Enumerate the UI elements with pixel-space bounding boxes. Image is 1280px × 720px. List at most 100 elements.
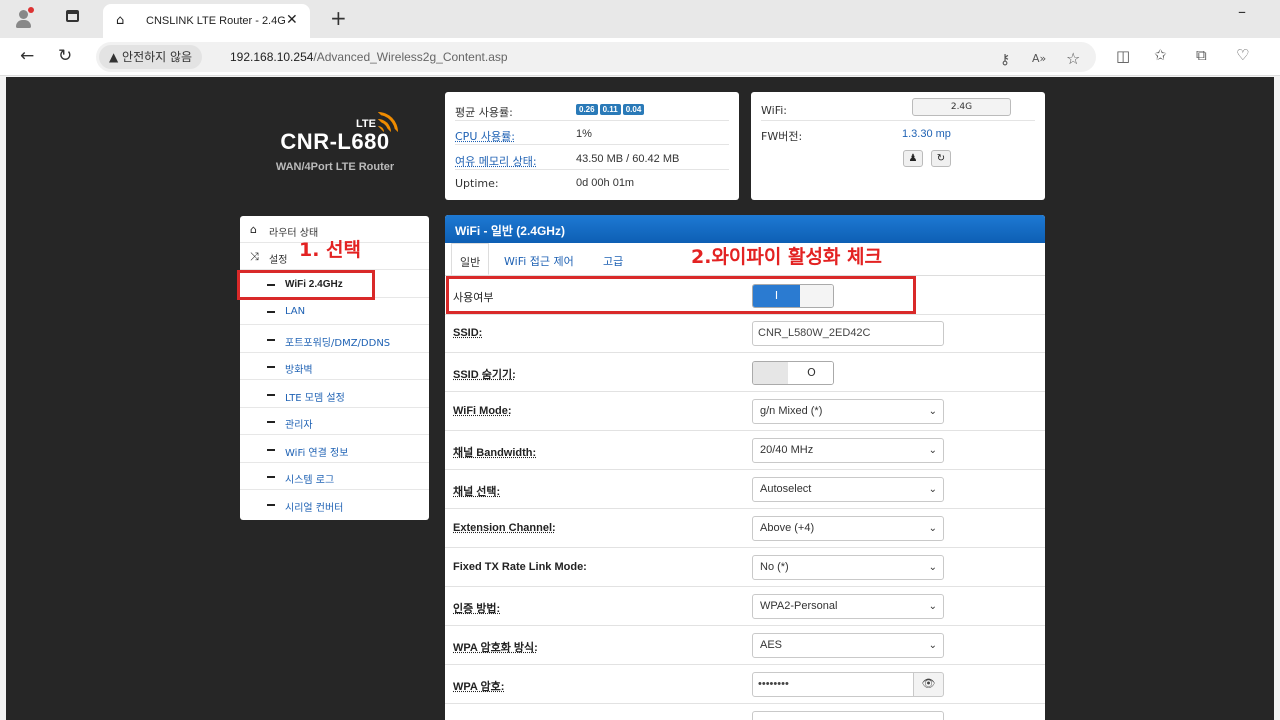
chevron-down-icon: ⌄	[928, 484, 937, 495]
sidebar-item-wifi-clients[interactable]: WiFi 연결 정보	[240, 436, 429, 463]
fixed-tx-select[interactable]: No (*) ⌄	[752, 555, 944, 580]
load-row: 평균 사용률: 0.26 0.11 0.04	[455, 98, 729, 121]
ssid-row: SSID: CNR_L580W_2ED42C	[445, 314, 1045, 353]
wifi-band-button[interactable]: 2.4G	[912, 98, 1011, 116]
browser-essentials-icon[interactable]: ♡	[1236, 46, 1249, 64]
fixed-tx-row: Fixed TX Rate Link Mode: No (*) ⌄	[445, 548, 1045, 587]
hide-ssid-toggle[interactable]: O	[752, 361, 834, 385]
model-name: CNR-L680	[280, 129, 390, 154]
next-field[interactable]	[752, 711, 944, 720]
security-warning-chip[interactable]: ▲ 안전하지 않음	[99, 45, 203, 69]
extension-channel-label: Extension Channel:	[453, 522, 556, 534]
bandwidth-label: 채널 Bandwidth:	[453, 447, 537, 459]
refresh-icon[interactable]: ↻	[58, 46, 72, 66]
tab-actions-icon[interactable]	[66, 10, 79, 22]
sidebar-item-lan[interactable]: LAN	[240, 298, 429, 325]
profile-icon[interactable]	[14, 7, 34, 29]
chevron-down-icon: ⌄	[928, 445, 937, 456]
sidebar-item-serial-converter[interactable]: 시리얼 컨버터	[240, 491, 429, 518]
tab-advanced[interactable]: 고급	[595, 243, 631, 275]
cpu-row: CPU 사용률: 1%	[455, 122, 729, 145]
firmware-label: FW버전:	[761, 130, 803, 143]
annotation-step2: 2.와이파이 활성화 체크	[691, 246, 882, 268]
wpa-key-input[interactable]: ••••••••	[752, 672, 914, 697]
auth-method-row: 인증 방법: WPA2-Personal ⌄	[445, 587, 1045, 626]
sidebar-item-system-log[interactable]: 시스템 로그	[240, 463, 429, 490]
tab-access-control[interactable]: WiFi 접근 제어	[496, 243, 582, 275]
read-aloud-icon[interactable]: A»	[1032, 52, 1046, 65]
chevron-down-icon: ⌄	[928, 523, 937, 534]
annotation-box-wifi-menu	[237, 270, 375, 300]
router-favicon-icon: ⌂	[116, 13, 125, 28]
user-icon[interactable]: ♟	[903, 150, 923, 167]
cpu-label[interactable]: CPU 사용률:	[455, 128, 515, 144]
ssid-label: SSID:	[453, 327, 483, 339]
tab-general[interactable]: 일반	[451, 243, 490, 275]
browser-tab-strip: ⌂ CNSLINK LTE Router - 2.4G ✕ + –	[0, 0, 1280, 38]
chevron-down-icon: ⌄	[928, 601, 937, 612]
wpa-key-label: WPA 암호:	[453, 681, 505, 693]
sidebar-item-label: 설정	[269, 255, 288, 266]
sidebar-item-firewall[interactable]: 방화벽	[240, 353, 429, 380]
panel-title: WiFi - 일반 (2.4GHz)	[445, 215, 1045, 243]
home-icon: ⌂	[250, 223, 257, 236]
extension-channel-select[interactable]: Above (+4) ⌄	[752, 516, 944, 541]
auth-method-select[interactable]: WPA2-Personal ⌄	[752, 594, 944, 619]
bandwidth-row: 채널 Bandwidth: 20/40 MHz ⌄	[445, 431, 1045, 470]
favorite-star-icon[interactable]: ☆	[1066, 49, 1080, 68]
hide-ssid-label: SSID 숨기기:	[453, 369, 516, 381]
load-values: 0.26 0.11 0.04	[576, 103, 646, 115]
encryption-select[interactable]: AES ⌄	[752, 633, 944, 658]
address-bar: ← ↻ ▲ 안전하지 않음 192.168.10.254/Advanced_Wi…	[0, 38, 1280, 76]
uptime-value: 0d 00h 01m	[576, 177, 635, 189]
chevron-down-icon: ⌄	[928, 562, 937, 573]
eye-slash-icon[interactable]: 👁	[913, 672, 944, 697]
encryption-row: WPA 암호화 방식: AES ⌄	[445, 626, 1045, 665]
shuffle-icon: ⤨	[250, 250, 259, 263]
firmware-version[interactable]: 1.3.30 mp	[902, 128, 951, 140]
hide-ssid-row: SSID 숨기기: O	[445, 353, 1045, 392]
split-screen-icon[interactable]: ◫	[1116, 47, 1130, 65]
auth-method-label: 인증 방법:	[453, 603, 501, 615]
load-label: 평균 사용률:	[455, 106, 513, 119]
key-icon[interactable]: ⚷	[1000, 52, 1010, 68]
chevron-down-icon: ⌄	[928, 640, 937, 651]
wifi-mode-label: WiFi Mode:	[453, 405, 512, 417]
tab-title: CNSLINK LTE Router - 2.4G	[146, 15, 286, 27]
bandwidth-select[interactable]: 20/40 MHz ⌄	[752, 438, 944, 463]
url-text[interactable]: 192.168.10.254/Advanced_Wireless2g_Conte…	[230, 50, 508, 64]
sidebar-item-admin[interactable]: 관리자	[240, 408, 429, 435]
memory-label[interactable]: 여유 메모리 상태:	[455, 153, 537, 169]
wifi-mode-select[interactable]: g/n Mixed (*) ⌄	[752, 399, 944, 424]
sidebar-item-port-forwarding[interactable]: 포트포워딩/DMZ/DDNS	[240, 326, 429, 353]
ssid-input[interactable]: CNR_L580W_2ED42C	[752, 321, 944, 346]
memory-value: 43.50 MB / 60.42 MB	[576, 153, 680, 165]
url-box[interactable]: ▲ 안전하지 않음 192.168.10.254/Advanced_Wirele…	[96, 42, 1096, 72]
chevron-down-icon: ⌄	[928, 406, 937, 417]
close-tab-icon[interactable]: ✕	[286, 12, 298, 28]
next-row	[445, 704, 1045, 720]
annotation-box-enable	[446, 276, 916, 314]
wifi-row: WiFi: 2.4G	[761, 98, 1035, 121]
reboot-icon[interactable]: ↻	[931, 150, 951, 167]
minimize-button[interactable]: –	[1238, 2, 1246, 21]
back-icon[interactable]: ←	[20, 46, 34, 66]
model-subtitle: WAN/4Port LTE Router	[275, 161, 395, 173]
channel-select[interactable]: Autoselect ⌄	[752, 477, 944, 502]
sidebar-item-lte-modem[interactable]: LTE 모뎀 설정	[240, 381, 429, 408]
wifi-status-panel: WiFi: 2.4G FW버전: 1.3.30 mp	[751, 92, 1045, 200]
new-tab-button[interactable]: +	[330, 6, 347, 30]
collections-icon[interactable]: ⧉	[1196, 46, 1207, 64]
cpu-value: 1%	[576, 128, 592, 140]
firmware-row: FW버전: 1.3.30 mp	[761, 122, 1035, 145]
wifi-mode-row: WiFi Mode: g/n Mixed (*) ⌄	[445, 392, 1045, 431]
encryption-label: WPA 암호화 방식:	[453, 642, 538, 654]
favorites-list-icon[interactable]: ✩	[1154, 46, 1167, 64]
brand-logo: LTE CNR-L680 WAN/4Port LTE Router	[260, 112, 410, 184]
wpa-key-row: WPA 암호: •••••••• 👁	[445, 665, 1045, 704]
system-status-panel: 평균 사용률: 0.26 0.11 0.04 CPU 사용률: 1% 여유 메모리 …	[445, 92, 739, 200]
channel-row: 채널 선택: Autoselect ⌄	[445, 470, 1045, 509]
uptime-row: Uptime: 0d 00h 01m	[455, 171, 729, 194]
browser-tab[interactable]: ⌂ CNSLINK LTE Router - 2.4G ✕	[103, 4, 310, 38]
channel-label: 채널 선택:	[453, 486, 501, 498]
